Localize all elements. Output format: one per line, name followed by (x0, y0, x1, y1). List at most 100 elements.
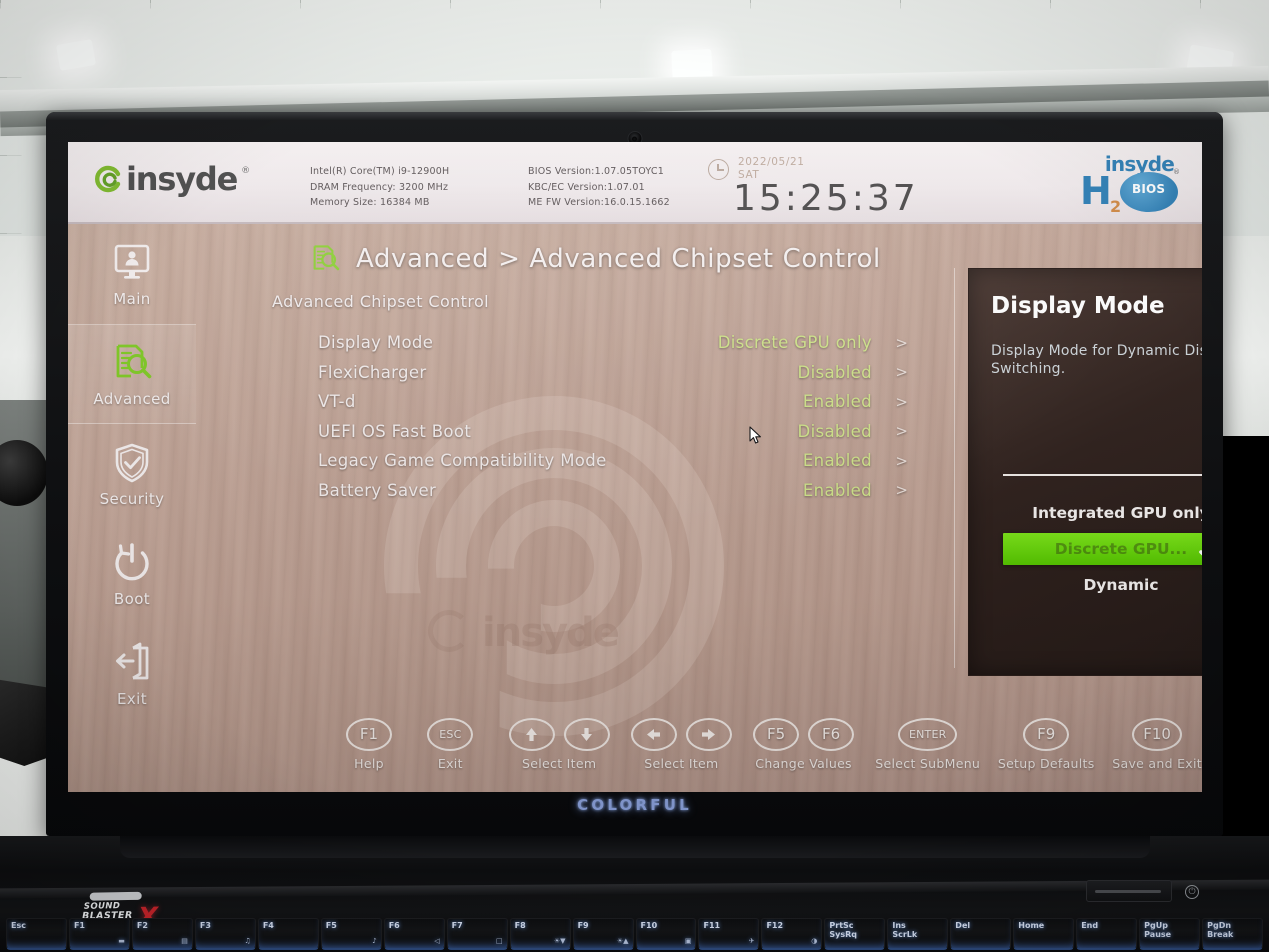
setting-row-display-mode[interactable]: Display Mode Discrete GPU only > (318, 328, 908, 358)
page-title: Advanced Chipset Control (272, 292, 490, 311)
media-bar[interactable] (1086, 880, 1172, 902)
setting-value[interactable]: Enabled (803, 451, 872, 470)
key-sublabel: ☀▼ (553, 936, 566, 945)
key-f6[interactable]: F6 (808, 717, 855, 751)
setting-row-vt-d[interactable]: VT-d Enabled > (318, 387, 908, 417)
key-arrow-down[interactable] (563, 717, 610, 751)
sidebar-item-advanced[interactable]: Advanced (68, 324, 196, 424)
setting-row-battery-saver[interactable]: Battery Saver Enabled > (318, 476, 908, 506)
keyboard-key[interactable]: F5 ♪ (320, 918, 382, 950)
legend-keys: ENTER (897, 717, 958, 751)
sidebar-item-label: Advanced (93, 390, 171, 408)
legend-keys (508, 717, 610, 751)
key-label: F1 (73, 921, 85, 930)
document-search-icon (308, 242, 342, 276)
keyboard-key[interactable]: PrtSc SysRq (824, 918, 886, 950)
setting-value[interactable]: Disabled (798, 422, 872, 441)
legend-label: Save and Exit (1112, 755, 1202, 771)
sidebar-item-security[interactable]: Security (68, 424, 196, 524)
legend-group-help: F1 Help (346, 717, 392, 771)
setting-label: VT-d (318, 392, 356, 412)
check-icon (1199, 540, 1202, 558)
breadcrumb: Advanced > Advanced Chipset Control (308, 242, 881, 276)
keyboard-key[interactable]: F7 □ (446, 918, 508, 950)
keyboard-key[interactable]: End (1076, 918, 1138, 950)
legend-label: Select Item (522, 755, 597, 771)
panel-divider (954, 268, 955, 668)
key-f5[interactable]: F5 (753, 717, 800, 751)
key-arrow-left[interactable] (630, 717, 677, 751)
key-sublabel: ♪ (372, 936, 377, 945)
keyboard-key[interactable]: F4 (257, 918, 319, 950)
legend-label: Exit (437, 755, 463, 771)
key-f9[interactable]: F9 (1023, 717, 1070, 751)
sound-blaster-pill (89, 891, 142, 901)
keyboard-key[interactable]: F1 ▬ (68, 918, 130, 950)
laptop-hinge (120, 836, 1150, 858)
setting-value[interactable]: Discrete GPU only (718, 333, 872, 352)
keyboard-key[interactable]: Esc (6, 918, 67, 950)
key-arrow-up[interactable] (508, 717, 555, 751)
option-dynamic[interactable]: Dynamic (1003, 569, 1202, 601)
key-label: F12 (766, 921, 784, 930)
insyde-logo-text: insyde (126, 160, 238, 198)
setting-value[interactable]: Disabled (798, 363, 872, 382)
key-sublabel: ✈ (748, 936, 755, 945)
sidebar-item-main[interactable]: Main (68, 224, 196, 324)
bios-version: BIOS Version:1.07.05TOYC1 (528, 166, 664, 177)
system-info-left: Intel(R) Core(TM) i9-12900H DRAM Frequen… (310, 164, 449, 211)
chevron-right-icon: > (895, 451, 908, 470)
setting-row-legacy-game-compatibility-mode[interactable]: Legacy Game Compatibility Mode Enabled > (318, 446, 908, 476)
option-label: Discrete GPU... (1054, 540, 1188, 558)
key-esc[interactable]: ESC (427, 717, 474, 751)
setting-row-uefi-os-fast-boot[interactable]: UEFI OS Fast Boot Disabled > (318, 417, 908, 447)
key-label: F8 (514, 921, 526, 930)
key-legend-bar: F1 Help ESC Exit Select Item Select Item… (196, 696, 1202, 792)
keyboard-key[interactable]: F12 ◑ (761, 918, 823, 950)
legend-group-select-item-vertical: Select Item (508, 717, 610, 771)
keyboard-key[interactable]: F10 ▣ (635, 918, 697, 950)
keyboard-key[interactable]: F6 ◁ (383, 918, 445, 950)
date-label: 2022/05/21 (738, 156, 805, 168)
key-label: F10 (640, 921, 658, 930)
kbc-ec-version: KBC/EC Version:1.07.01 (528, 181, 645, 193)
chevron-right-icon: > (895, 481, 908, 500)
h2o-logo-subscript: 2 (1110, 197, 1122, 216)
key-label: Del (955, 921, 971, 930)
key-arrow-right[interactable] (685, 717, 732, 751)
insyde-logo-registered: ® (241, 166, 251, 176)
key-sublabel: ▤ (181, 936, 188, 945)
key-label: F3 (199, 921, 211, 930)
legend-label: Setup Defaults (997, 755, 1095, 771)
key-enter[interactable]: ENTER (897, 717, 958, 751)
help-panel-title: Display Mode (991, 293, 1165, 319)
chevron-right-icon: > (895, 363, 908, 382)
bios-body: insyde Main Advanced Security Boot Exit … (68, 224, 1202, 792)
key-label: F5 (325, 921, 337, 930)
sidebar-item-exit[interactable]: Exit (68, 624, 196, 724)
option-integrated-gpu-only[interactable]: Integrated GPU only (1003, 497, 1202, 529)
setting-row-flexicharger[interactable]: FlexiCharger Disabled > (318, 358, 908, 388)
key-f1[interactable]: F1 (346, 717, 392, 751)
keyboard-key[interactable]: F3 ♫ (194, 918, 256, 950)
sidebar-item-boot[interactable]: Boot (68, 524, 196, 624)
setting-value[interactable]: Enabled (803, 392, 872, 411)
key-sublabel: ◑ (811, 936, 818, 945)
keyboard-key[interactable]: F8 ☀▼ (509, 918, 571, 950)
keyboard-key[interactable]: F2 ▤ (131, 918, 193, 950)
keyboard-key[interactable]: Home (1013, 918, 1075, 950)
key-f10[interactable]: F10 (1132, 717, 1182, 751)
keyboard-key[interactable]: F9 ☀▲ (572, 918, 634, 950)
option-discrete-gpu[interactable]: Discrete GPU... (1003, 533, 1202, 565)
keyboard-key[interactable]: F11 ✈ (698, 918, 760, 950)
keyboard-key[interactable]: Del (950, 918, 1012, 950)
breadcrumb-text: Advanced > Advanced Chipset Control (356, 244, 881, 274)
keyboard-key[interactable]: Ins ScrLk (887, 918, 949, 950)
keyboard-key[interactable]: PgUp Pause (1139, 918, 1201, 950)
key-sublabel: ▣ (684, 936, 692, 945)
power-button[interactable]: ⏻ (1185, 885, 1199, 899)
keyboard-key[interactable]: PgDn Break (1202, 918, 1264, 950)
lid-top-edge (46, 112, 1223, 121)
setting-label: Battery Saver (318, 480, 437, 500)
setting-value[interactable]: Enabled (803, 481, 872, 500)
